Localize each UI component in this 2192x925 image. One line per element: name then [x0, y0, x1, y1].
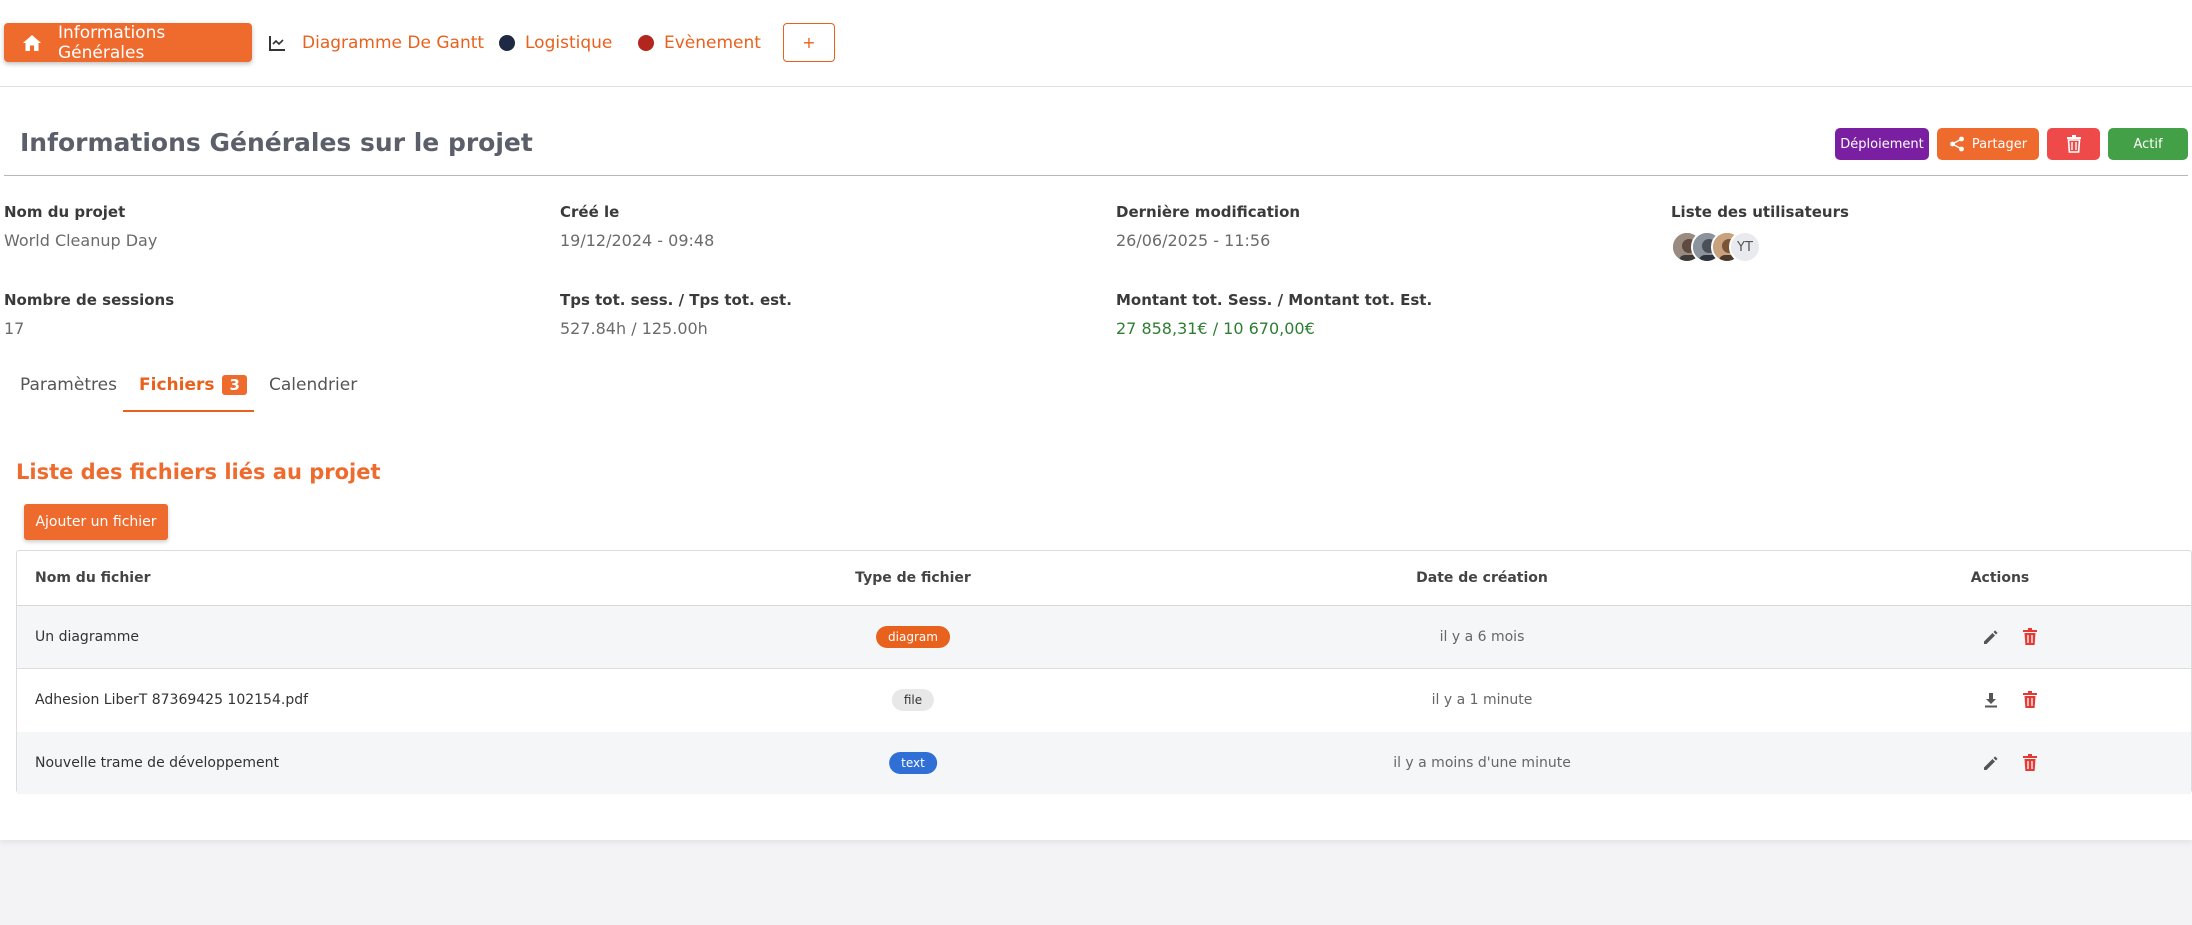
- row-actions: [1982, 691, 2038, 709]
- home-icon: [22, 34, 42, 52]
- file-type-badge: text: [889, 752, 937, 774]
- tab-calendrier[interactable]: Calendrier: [269, 375, 357, 395]
- created-label: Créé le: [560, 203, 620, 221]
- row-actions: [1982, 754, 2038, 772]
- share-button[interactable]: Partager: [1937, 128, 2039, 160]
- top-nav: Informations Générales Diagramme De Gant…: [0, 0, 2192, 87]
- deploy-button[interactable]: Déploiement: [1835, 128, 1929, 160]
- table-row[interactable]: Adhesion LiberT 87369425 102154.pdf file…: [17, 668, 2191, 733]
- trash-icon[interactable]: [2022, 691, 2038, 709]
- file-name: Nouvelle trame de développement: [35, 755, 279, 771]
- tab-fichiers-label: Fichiers: [139, 375, 215, 395]
- column-header-date[interactable]: Date de création: [1416, 570, 1548, 586]
- nav-tab-logistics[interactable]: Logistique: [499, 23, 612, 62]
- project-name-label: Nom du projet: [4, 203, 126, 221]
- file-type-badge: diagram: [876, 626, 950, 648]
- sessions-label: Nombre de sessions: [4, 291, 175, 309]
- project-card: Informations Générales Diagramme De Gant…: [0, 0, 2192, 840]
- file-date: il y a 6 mois: [1439, 629, 1525, 645]
- table-row[interactable]: Un diagramme diagram il y a 6 mois: [17, 606, 2191, 669]
- tab-fichiers[interactable]: Fichiers 3: [139, 375, 247, 395]
- users-label: Liste des utilisateurs: [1671, 203, 1849, 221]
- user-avatar-group[interactable]: YT: [1671, 231, 1791, 265]
- add-file-button[interactable]: Ajouter un fichier: [24, 504, 168, 540]
- nav-tab-event[interactable]: Evènement: [638, 23, 761, 62]
- nav-tab-gantt-label: Diagramme De Gantt: [302, 32, 485, 53]
- download-icon[interactable]: [1982, 691, 2000, 709]
- share-button-label: Partager: [1971, 136, 2028, 152]
- row-actions: [1982, 628, 2038, 646]
- file-type-badge: file: [891, 689, 935, 711]
- dot-icon: [499, 34, 515, 51]
- column-header-type[interactable]: Type de fichier: [855, 570, 971, 586]
- nav-tab-event-label: Evènement: [664, 32, 761, 53]
- trash-icon[interactable]: [2022, 628, 2038, 646]
- amount-value: 27 858,31€ / 10 670,00€: [1116, 319, 1315, 338]
- file-date: il y a 1 minute: [1431, 692, 1533, 708]
- page-title: Informations Générales sur le projet: [20, 128, 533, 157]
- created-value: 19/12/2024 - 09:48: [560, 231, 715, 250]
- file-name: Adhesion LiberT 87369425 102154.pdf: [35, 692, 309, 708]
- edit-icon[interactable]: [1982, 628, 2000, 646]
- files-count-badge: 3: [222, 375, 247, 395]
- time-value: 527.84h / 125.00h: [560, 319, 708, 338]
- time-label: Tps tot. sess. / Tps tot. est.: [560, 291, 792, 309]
- file-name: Un diagramme: [35, 629, 140, 645]
- amount-label: Montant tot. Sess. / Montant tot. Est.: [1116, 291, 1433, 309]
- files-table: Nom du fichier Type de fichier Date de c…: [16, 550, 2192, 794]
- nav-tab-logistics-label: Logistique: [525, 32, 613, 53]
- files-section-title: Liste des fichiers liés au projet: [16, 460, 381, 484]
- share-icon: [1949, 136, 1965, 152]
- avatar[interactable]: YT: [1729, 231, 1761, 263]
- column-header-actions: Actions: [1970, 570, 2030, 586]
- file-date: il y a moins d'une minute: [1393, 755, 1571, 771]
- table-row[interactable]: Nouvelle trame de développement text il …: [17, 732, 2191, 794]
- edit-icon[interactable]: [1982, 754, 2000, 772]
- nav-tab-gantt[interactable]: Diagramme De Gantt: [268, 23, 484, 62]
- column-header-name[interactable]: Nom du fichier: [35, 570, 151, 586]
- delete-project-button[interactable]: [2047, 128, 2100, 160]
- project-name-value: World Cleanup Day: [4, 231, 158, 250]
- modified-label: Dernière modification: [1116, 203, 1301, 221]
- nav-tab-general-info[interactable]: Informations Générales: [4, 22, 252, 63]
- table-header: Nom du fichier Type de fichier Date de c…: [17, 551, 2191, 607]
- add-tab-button[interactable]: +: [783, 23, 835, 62]
- trash-icon[interactable]: [2022, 754, 2038, 772]
- sessions-value: 17: [4, 319, 25, 338]
- header-divider: [4, 175, 2188, 176]
- modified-value: 26/06/2025 - 11:56: [1116, 231, 1271, 250]
- trash-icon: [2066, 135, 2082, 153]
- status-button[interactable]: Actif: [2108, 128, 2188, 160]
- tab-parametres[interactable]: Paramètres: [20, 375, 117, 395]
- active-tab-indicator: [123, 410, 254, 412]
- dot-icon: [638, 34, 654, 51]
- chart-axis-icon: [268, 34, 286, 52]
- nav-tab-general-info-label: Informations Générales: [58, 22, 166, 63]
